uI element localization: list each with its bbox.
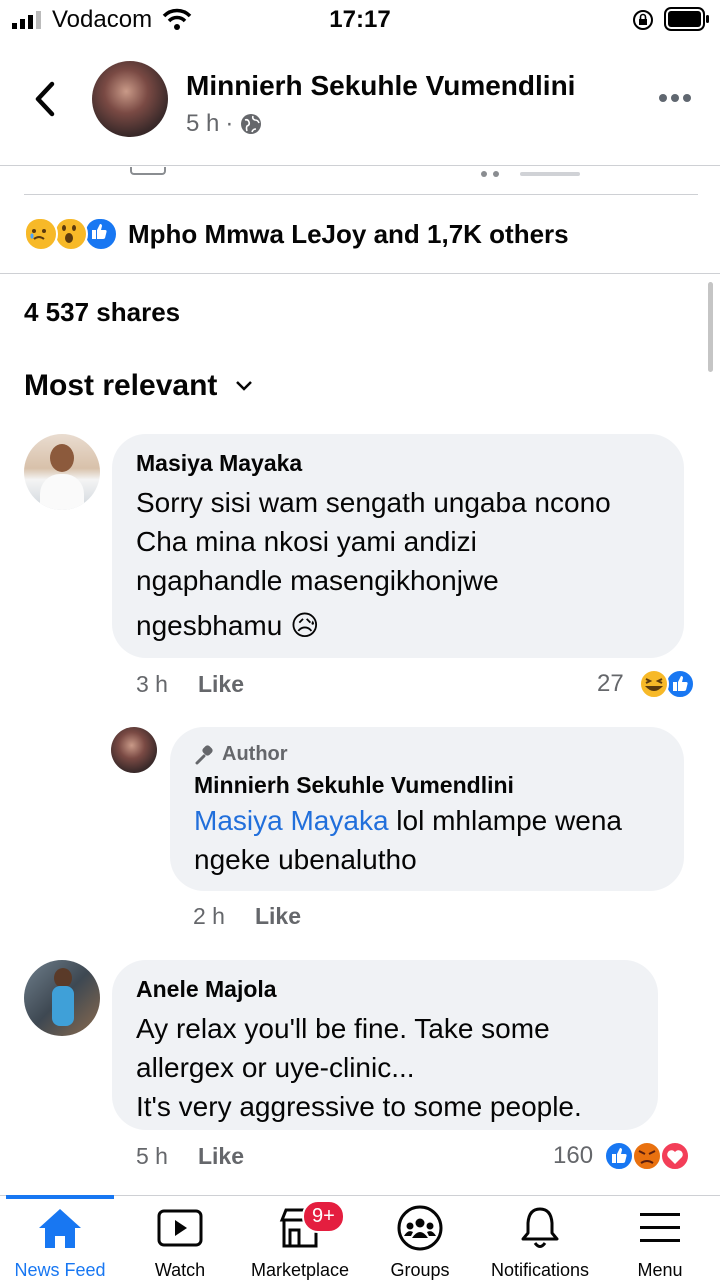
- tab-marketplace[interactable]: 9+ Marketplace: [240, 1200, 360, 1281]
- microphone-icon: [195, 744, 213, 764]
- commenter-avatar[interactable]: [24, 434, 100, 510]
- groups-icon: [397, 1205, 443, 1251]
- tab-notifications[interactable]: Notifications: [480, 1204, 600, 1281]
- globe-icon: [241, 114, 262, 134]
- back-arrow-icon[interactable]: [28, 78, 62, 120]
- post-time: 5 h: [186, 110, 220, 137]
- tab-watch[interactable]: Watch: [120, 1204, 240, 1281]
- comment-reactions[interactable]: 27: [597, 668, 696, 700]
- comment-author[interactable]: Anele Majola: [136, 976, 634, 1003]
- comment-footer: 5 h Like: [136, 1143, 244, 1170]
- home-icon: [39, 1209, 81, 1248]
- reactions-divider: [0, 273, 720, 274]
- header-divider: [0, 165, 720, 166]
- bottom-navigation: News Feed Watch 9+ Marketplace Groups No…: [0, 1195, 720, 1281]
- comment-text: Ay relax you'll be fine. Take some aller…: [136, 1013, 582, 1122]
- poster-avatar[interactable]: [92, 61, 168, 137]
- comment-text: Sorry sisi wam sengath ungaba ncono Cha …: [136, 487, 611, 641]
- mention-link[interactable]: Masiya Mayaka: [194, 805, 389, 836]
- reply-author[interactable]: Minnierh Sekuhle Vumendlini: [194, 772, 660, 799]
- like-reaction-icon: [84, 217, 118, 251]
- comment-author[interactable]: Masiya Mayaka: [136, 450, 660, 477]
- comment-time: 3 h: [136, 671, 168, 697]
- comment-sort-dropdown[interactable]: Most relevant: [24, 369, 253, 403]
- reply-footer: 2 h Like: [193, 903, 301, 930]
- watch-icon: [157, 1209, 203, 1247]
- action-icon-remnant: [130, 167, 166, 175]
- sort-label: Most relevant: [24, 369, 218, 402]
- reaction-count: 27: [597, 670, 624, 697]
- chevron-down-icon: [236, 381, 253, 391]
- actions-divider: [24, 194, 698, 195]
- haha-like-reactions-icon: [638, 669, 695, 699]
- battery-icon: [664, 7, 709, 31]
- reply-text: Masiya Mayaka lol mhlampe wena ngeke ube…: [194, 805, 622, 875]
- wow-reaction-icon: [54, 217, 88, 251]
- tab-groups[interactable]: Groups: [360, 1204, 480, 1281]
- reaction-count: 160: [553, 1142, 594, 1169]
- sad-reaction-icon: [24, 217, 58, 251]
- reactions-text: Mpho Mmwa LeJoy and 1,7K others: [128, 218, 569, 249]
- comment-bubble[interactable]: Anele Majola Ay relax you'll be fine. Ta…: [112, 960, 658, 1130]
- like-button[interactable]: Like: [198, 671, 244, 697]
- like-button[interactable]: Like: [255, 903, 301, 929]
- reply-time: 2 h: [193, 903, 225, 929]
- comment-time: 5 h: [136, 1143, 168, 1169]
- author-badge: Author: [194, 743, 660, 766]
- tab-news-feed[interactable]: News Feed: [0, 1204, 120, 1281]
- post-meta: 5 h ·: [186, 110, 263, 138]
- reply-bubble[interactable]: Author Minnierh Sekuhle Vumendlini Masiy…: [170, 727, 684, 891]
- commenter-avatar[interactable]: [24, 960, 100, 1036]
- scrollbar[interactable]: [708, 282, 713, 372]
- author-avatar[interactable]: [111, 727, 157, 773]
- comment-bubble[interactable]: Masiya Mayaka Sorry sisi wam sengath ung…: [112, 434, 684, 658]
- rotation-lock-icon: [633, 10, 653, 30]
- marketplace-badge: 9+: [302, 1200, 345, 1233]
- shares-count[interactable]: 4 537 shares: [24, 297, 180, 328]
- status-bar: Vodacom 17:17: [0, 0, 720, 40]
- active-tab-indicator: [6, 1195, 114, 1199]
- tab-menu[interactable]: Menu: [600, 1204, 720, 1281]
- comment-footer: 3 h Like: [136, 671, 244, 698]
- reactions-summary[interactable]: Mpho Mmwa LeJoy and 1,7K others: [24, 217, 569, 251]
- like-angry-love-reactions-icon: [604, 1141, 691, 1171]
- menu-icon: [640, 1213, 680, 1242]
- bell-icon: [521, 1207, 559, 1248]
- like-button[interactable]: Like: [198, 1143, 244, 1169]
- comment-reactions[interactable]: 160: [553, 1140, 691, 1172]
- more-options-icon[interactable]: [658, 92, 692, 104]
- action-icon-remnant: [480, 166, 590, 177]
- post-author-name[interactable]: Minnierh Sekuhle Vumendlini: [186, 70, 575, 102]
- clock: 17:17: [329, 6, 391, 33]
